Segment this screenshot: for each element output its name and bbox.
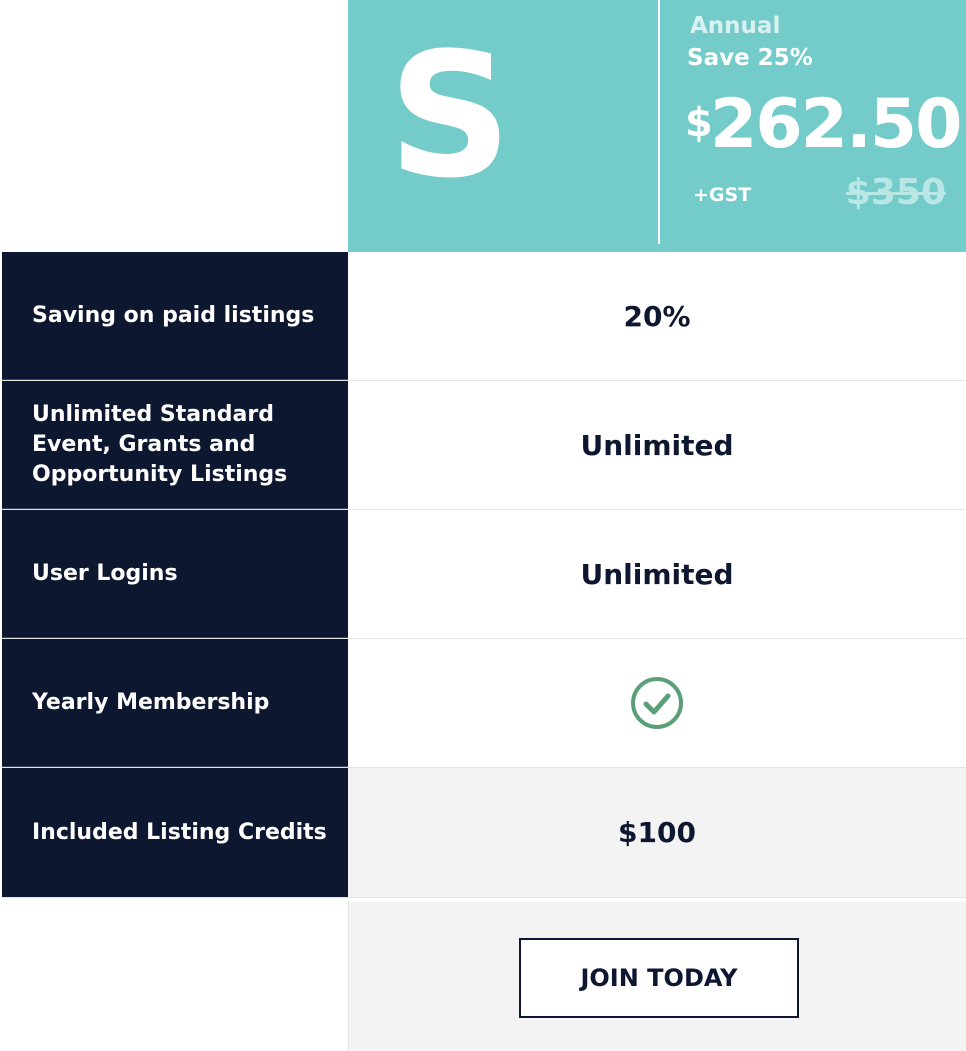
plan-price: 262.50 <box>710 85 962 164</box>
plan-header: S Annual Save 25% $ 262.50 +GST $350 <box>348 0 966 252</box>
feature-row: Unlimited Standard Event, Grants and Opp… <box>2 381 966 510</box>
features-table: Saving on paid listings 20% Unlimited St… <box>2 252 966 898</box>
currency-symbol: $ <box>685 100 713 146</box>
feature-label: Included Listing Credits <box>2 768 348 897</box>
billing-period: Annual <box>690 13 781 39</box>
savings-label: Save 25% <box>687 45 813 71</box>
feature-label: Unlimited Standard Event, Grants and Opp… <box>2 381 348 509</box>
feature-row: Included Listing Credits $100 <box>2 768 966 898</box>
feature-label: User Logins <box>2 510 348 638</box>
feature-label: Saving on paid listings <box>2 252 348 380</box>
original-price: $350 <box>845 172 946 213</box>
feature-value <box>348 639 966 767</box>
feature-row: Saving on paid listings 20% <box>2 252 966 381</box>
join-today-button[interactable]: JOIN TODAY <box>519 938 799 1018</box>
feature-value: Unlimited <box>348 510 966 638</box>
header-divider <box>658 0 660 244</box>
feature-value: $100 <box>348 768 966 897</box>
feature-row: User Logins Unlimited <box>2 510 966 639</box>
feature-value: 20% <box>348 252 966 380</box>
check-circle-icon <box>631 677 683 729</box>
feature-value: Unlimited <box>348 381 966 509</box>
feature-row: Yearly Membership <box>2 639 966 768</box>
feature-label: Yearly Membership <box>2 639 348 767</box>
plan-letter: S <box>388 15 512 216</box>
tax-note: +GST <box>693 184 752 206</box>
cta-footer: JOIN TODAY <box>348 902 966 1051</box>
